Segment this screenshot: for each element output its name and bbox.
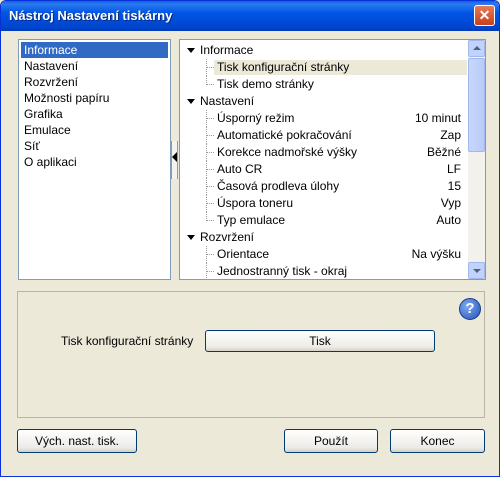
tree-item-auto-cr[interactable]: Auto CR LF (180, 161, 469, 178)
tree-item-jednostranny-tisk-okraj[interactable]: Jednostranný tisk - okraj (180, 263, 469, 279)
tree-line (206, 254, 214, 255)
tree-category-rozvrzeni[interactable]: Rozvržení (180, 229, 469, 246)
setting-label: Korekce nadmořské výšky (217, 145, 358, 159)
arrow-down-icon (473, 269, 481, 273)
tree-line (206, 84, 214, 85)
tree-category-label: Nastavení (200, 94, 255, 108)
setting-value: Zap (440, 128, 461, 142)
tree-item-uspora-toneru[interactable]: Úspora toneru Vyp (180, 195, 469, 212)
category-item-sit[interactable]: Síť (21, 138, 168, 154)
setting-value: LF (446, 162, 461, 176)
expanded-triangle-icon (187, 235, 195, 240)
setting-value: 15 (447, 179, 461, 193)
setting-label: Orientace (217, 247, 270, 261)
tree-scrollbar[interactable] (468, 40, 485, 279)
expanded-triangle-icon (187, 48, 195, 53)
scroll-up-button[interactable] (468, 40, 485, 57)
category-list[interactable]: Informace Nastavení Rozvržení Možnosti p… (18, 39, 171, 280)
collapse-arrow-icon (172, 152, 177, 162)
tree-line (206, 135, 214, 136)
tree-line (206, 169, 214, 170)
setting-label: Časová prodleva úlohy (217, 179, 340, 193)
tree-line (206, 152, 214, 153)
tree-line (206, 220, 214, 221)
tree-category-label: Rozvržení (200, 230, 255, 244)
setting-label: Automatické pokračování (217, 128, 352, 142)
printer-defaults-button[interactable]: Vých. nast. tisk. (17, 429, 137, 453)
setting-label: Úspora toneru (217, 196, 294, 210)
tree-item-label: Tisk demo stránky (217, 77, 314, 91)
tree-item-tisk-konfiguracni-stranky[interactable]: Tisk konfigurační stránky (180, 59, 469, 76)
category-item-rozvrzeni[interactable]: Rozvržení (21, 74, 168, 90)
setting-label: Typ emulace (217, 213, 286, 227)
tree-item-casova-prodleva-ulohy[interactable]: Časová prodleva úlohy 15 (180, 178, 469, 195)
setting-label: Auto CR (217, 162, 263, 176)
print-button[interactable]: Tisk (205, 330, 435, 352)
scroll-thumb[interactable] (468, 58, 485, 152)
exit-button[interactable]: Konec (390, 429, 485, 453)
expanded-triangle-icon (187, 99, 195, 104)
setting-value: Běžné (426, 145, 461, 159)
title-bar[interactable]: Nástroj Nastavení tiskárny ✕ (1, 1, 499, 31)
tree-item-typ-emulace[interactable]: Typ emulace Auto (180, 212, 469, 229)
category-item-o-aplikaci[interactable]: O aplikaci (21, 154, 168, 170)
setting-value: Vyp (440, 196, 461, 210)
setting-label: Jednostranný tisk - okraj (217, 264, 348, 278)
tree-category-label: Informace (200, 43, 254, 57)
tree-item-tisk-demo-stranky[interactable]: Tisk demo stránky (180, 76, 469, 93)
category-item-informace[interactable]: Informace (21, 42, 168, 58)
setting-value: Auto (436, 213, 461, 227)
arrow-up-icon (473, 46, 481, 50)
tree-line (206, 67, 214, 68)
action-panel: ? Tisk konfigurační stránky Tisk (17, 291, 485, 418)
tree-line (206, 203, 214, 204)
setting-value: 10 minut (414, 111, 461, 125)
action-label: Tisk konfigurační stránky (61, 334, 194, 348)
setting-value: Na výšku (411, 247, 461, 261)
tree-line (206, 186, 214, 187)
tree-item-automaticke-pokracovani[interactable]: Automatické pokračování Zap (180, 127, 469, 144)
close-window-button[interactable]: ✕ (474, 5, 495, 26)
tree-category-nastaveni[interactable]: Nastavení (180, 93, 469, 110)
tree-category-informace[interactable]: Informace (180, 42, 469, 59)
tree-item-orientace[interactable]: Orientace Na výšku (180, 246, 469, 263)
category-item-nastaveni[interactable]: Nastavení (21, 58, 168, 74)
window-title: Nástroj Nastavení tiskárny (9, 8, 173, 23)
setting-label: Úsporný režim (217, 111, 295, 125)
printer-settings-window: Nástroj Nastavení tiskárny ✕ Informace N… (0, 0, 500, 477)
category-item-emulace[interactable]: Emulace (21, 122, 168, 138)
apply-button[interactable]: Použít (284, 429, 378, 453)
settings-tree[interactable]: Informace Tisk konfigurační stránky Tisk… (179, 39, 486, 280)
tree-item-label: Tisk konfigurační stránky (217, 60, 350, 74)
tree-line (206, 271, 214, 272)
close-icon: ✕ (478, 7, 491, 23)
category-item-grafika[interactable]: Grafika (21, 106, 168, 122)
tree-item-usporny-rezim[interactable]: Úsporný režim 10 minut (180, 110, 469, 127)
tree-item-korekce-nadmorske-vysky[interactable]: Korekce nadmořské výšky Běžné (180, 144, 469, 161)
help-icon[interactable]: ? (459, 298, 481, 320)
splitter-handle[interactable] (171, 141, 179, 179)
tree-line (206, 118, 214, 119)
scroll-down-button[interactable] (468, 262, 485, 279)
category-item-moznosti-papiru[interactable]: Možnosti papíru (21, 90, 168, 106)
